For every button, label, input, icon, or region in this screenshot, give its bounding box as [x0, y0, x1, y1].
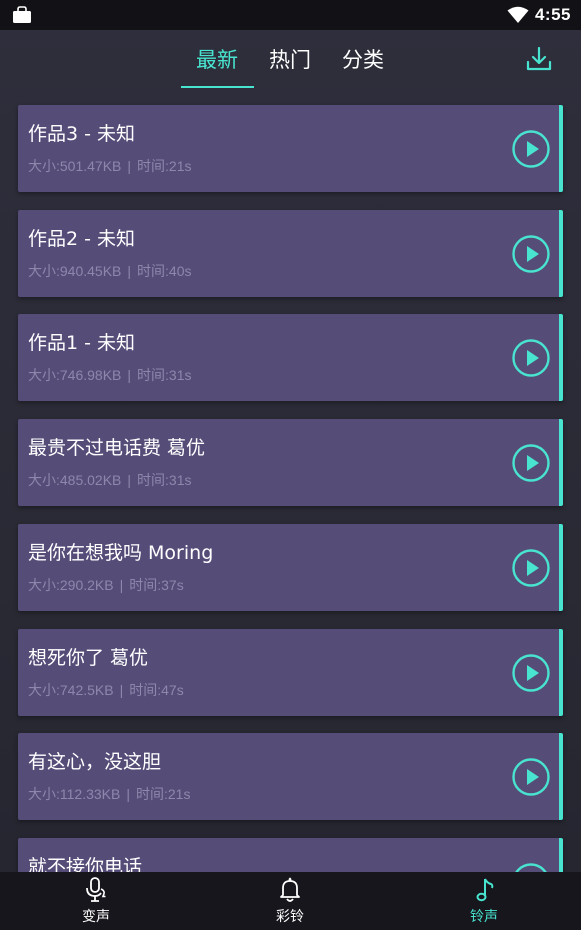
meta-separator: | [119, 577, 124, 593]
ringtone-card[interactable]: 作品1 - 未知大小:746.98KB | 时间:31s [18, 314, 563, 401]
ringtone-card[interactable]: 是你在想我吗 Moring 大小:290.2KB | 时间:37s [18, 524, 563, 611]
download-icon[interactable] [524, 44, 554, 74]
meta-separator: | [127, 158, 132, 174]
ringtone-meta: 大小:485.02KB | 时间:31s [28, 470, 192, 490]
play-icon[interactable] [511, 234, 551, 274]
ringtone-size: 大小:290.2KB [28, 577, 114, 593]
bag-icon [13, 6, 31, 23]
ringtone-duration: 时间:21s [136, 786, 191, 802]
ringtone-title: 作品2 - 未知 [28, 228, 136, 250]
wifi-icon [507, 6, 529, 23]
play-icon[interactable] [511, 653, 551, 693]
tab-latest[interactable]: 最新 [196, 44, 238, 84]
meta-separator: | [127, 263, 132, 279]
ringtone-meta: 大小:746.98KB | 时间:31s [28, 365, 192, 385]
nav-color-ring[interactable]: 彩铃 [250, 876, 330, 930]
play-icon[interactable] [511, 129, 551, 169]
tab-hot[interactable]: 热门 [269, 44, 311, 84]
ringtone-title: 作品1 - 未知 [28, 332, 136, 354]
play-icon[interactable] [511, 757, 551, 797]
ringtone-meta: 大小:290.2KB | 时间:37s [28, 575, 184, 595]
ringtone-card[interactable]: 想死你了 葛优大小:742.5KB | 时间:47s [18, 629, 563, 716]
ringtone-size: 大小:742.5KB [28, 682, 114, 698]
ringtone-title: 有这心，没这胆 [28, 751, 162, 773]
ringtone-meta: 大小:501.47KB | 时间:21s [28, 156, 192, 176]
ringtone-meta: 大小:742.5KB | 时间:47s [28, 680, 184, 700]
ringtone-card[interactable]: 有这心，没这胆大小:112.33KB | 时间:21s [18, 733, 563, 820]
nav-color-ring-label: 彩铃 [276, 909, 304, 925]
ringtone-duration: 时间:37s [129, 577, 184, 593]
bell-icon [280, 877, 300, 902]
ringtone-title: 想死你了 葛优 [28, 647, 149, 669]
status-time: 4:55 [534, 5, 571, 24]
tab-category[interactable]: 分类 [342, 44, 384, 84]
meta-separator: | [127, 367, 132, 383]
bottom-nav: 变声 彩铃 铃声 [0, 872, 581, 930]
app-screen: 4:55 最新 热门 分类 作品3 - 未知大小:501.47KB | 时间:21s… [0, 0, 581, 930]
meta-separator: | [127, 472, 132, 488]
play-icon[interactable] [511, 338, 551, 378]
ringtone-card[interactable]: 作品3 - 未知大小:501.47KB | 时间:21s [18, 105, 563, 192]
music-note-icon [476, 878, 494, 902]
ringtone-size: 大小:940.45KB [28, 263, 122, 279]
top-tab-bar: 最新 热门 分类 [0, 30, 581, 90]
ringtone-title: 作品3 - 未知 [28, 123, 136, 145]
meta-separator: | [126, 786, 130, 802]
ringtone-size: 大小:501.47KB [28, 158, 122, 174]
active-tab-indicator [181, 86, 254, 88]
ringtone-size: 大小:746.98KB [28, 367, 122, 383]
ringtone-meta: 大小:112.33KB | 时间:21s [28, 784, 190, 804]
nav-voice-change[interactable]: 变声 [56, 876, 136, 930]
ringtone-size: 大小:485.02KB [28, 472, 122, 488]
nav-ringtone-label: 铃声 [470, 909, 498, 925]
voice-change-icon [86, 877, 106, 902]
play-icon[interactable] [511, 443, 551, 483]
ringtone-meta: 大小:940.45KB | 时间:40s [28, 261, 192, 281]
ringtone-duration: 时间:21s [137, 158, 192, 174]
play-icon[interactable] [511, 548, 551, 588]
ringtone-title: 是你在想我吗 Moring [28, 542, 214, 564]
meta-separator: | [119, 682, 124, 698]
nav-ringtone[interactable]: 铃声 [444, 876, 524, 930]
nav-voice-change-label: 变声 [82, 909, 110, 925]
ringtone-duration: 时间:31s [137, 472, 192, 488]
ringtone-title: 最贵不过电话费 葛优 [28, 437, 206, 459]
status-bar: 4:55 [0, 0, 581, 30]
ringtone-duration: 时间:40s [137, 263, 192, 279]
ringtone-card[interactable]: 作品2 - 未知大小:940.45KB | 时间:40s [18, 210, 563, 297]
ringtone-size: 大小:112.33KB [28, 786, 121, 802]
ringtone-duration: 时间:31s [137, 367, 192, 383]
ringtone-duration: 时间:47s [129, 682, 184, 698]
ringtone-card[interactable]: 最贵不过电话费 葛优大小:485.02KB | 时间:31s [18, 419, 563, 506]
